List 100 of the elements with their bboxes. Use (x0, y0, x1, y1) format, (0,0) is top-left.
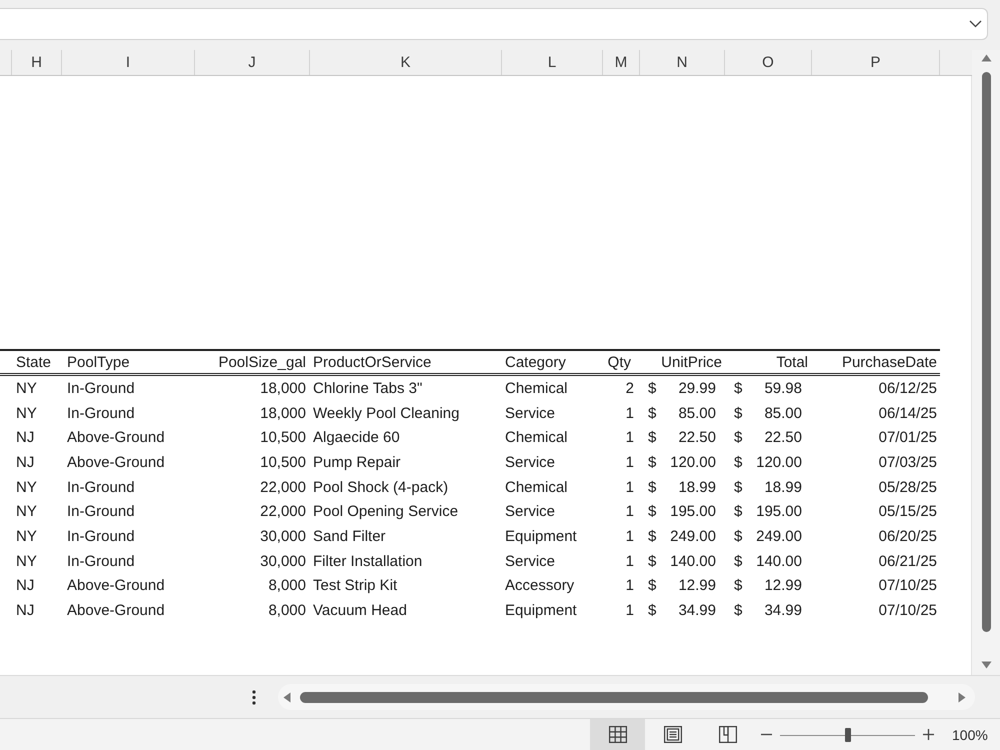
slider-thumb[interactable] (844, 728, 850, 742)
grid-icon (608, 726, 626, 743)
table-cell: Equipment (505, 528, 577, 545)
horizontal-scrollbar[interactable] (278, 684, 975, 710)
column-heading: State (16, 354, 52, 370)
currency-sign: $ (734, 503, 742, 520)
amount-value: 140.00 (756, 552, 802, 570)
table-cell: 10,500 (260, 454, 306, 471)
column-header[interactable]: M (603, 50, 640, 75)
table-cell: Vacuum Head (313, 602, 407, 620)
currency-sign: $ (648, 478, 656, 496)
table-cell: 18,000 (260, 380, 306, 397)
column-heading: UnitPrice (661, 354, 722, 370)
amount-value: 85.00 (678, 404, 716, 422)
table-cell: 05/15/25 (878, 503, 937, 520)
amount-value: 12.99 (678, 577, 716, 594)
column-heading: PoolSize_gal (218, 354, 306, 370)
column-heading: ProductOrService (313, 354, 432, 370)
table-cell: Above-Ground (67, 429, 165, 446)
table-cell: 10,500 (260, 429, 306, 446)
scrollbar-thumb[interactable] (982, 72, 990, 632)
table-cell: 07/10/25 (878, 602, 937, 620)
table-cell: NY (16, 503, 37, 520)
table-cell: Chlorine Tabs 3" (313, 380, 422, 397)
table-cell: 1 (626, 577, 634, 594)
table-cell: Algaecide 60 (313, 429, 400, 446)
column-header[interactable]: I (62, 50, 195, 75)
amount-value: 22.50 (764, 429, 802, 446)
amount-value: 195.00 (756, 503, 802, 520)
table-cell: Pump Repair (313, 454, 401, 471)
amount-value: 59.98 (764, 380, 802, 397)
table-cell: 07/01/25 (878, 429, 937, 446)
table-cell: Service (505, 503, 556, 520)
table-cell: In-Ground (67, 478, 135, 496)
vertical-ellipsis-icon[interactable] (252, 690, 256, 704)
table-cell: Equipment (505, 602, 577, 620)
table-cell: 06/14/25 (878, 404, 937, 422)
scroll-left-arrow-icon[interactable] (283, 692, 291, 702)
plus-icon (922, 729, 934, 740)
currency-sign: $ (648, 429, 656, 446)
currency-sign: $ (648, 552, 656, 570)
table-cell: Chemical (505, 380, 568, 397)
table-cell: NJ (16, 577, 34, 594)
table-cell: Above-Ground (67, 454, 165, 471)
table-cell: 22,000 (260, 478, 306, 496)
scroll-up-arrow-icon[interactable] (980, 54, 992, 62)
table-cell: 22,000 (260, 503, 306, 520)
table-cell: In-Ground (67, 404, 135, 422)
table-cell: Service (505, 404, 556, 422)
table-cell: Pool Opening Service (313, 503, 458, 520)
amount-value: 120.00 (756, 454, 802, 471)
table-cell: Chemical (505, 429, 568, 446)
currency-sign: $ (734, 454, 742, 471)
table-cell: Filter Installation (313, 552, 422, 570)
scroll-down-arrow-icon[interactable] (980, 661, 992, 669)
table-cell: NY (16, 404, 37, 422)
currency-sign: $ (734, 552, 742, 570)
zoom-in-button[interactable] (922, 729, 934, 740)
currency-sign: $ (648, 503, 656, 520)
table-cell: 1 (626, 478, 634, 496)
formula-bar-field[interactable] (0, 8, 988, 40)
scroll-right-arrow-icon[interactable] (958, 692, 966, 702)
chevron-down-icon[interactable] (969, 20, 982, 28)
table-cell: Above-Ground (67, 577, 165, 594)
column-header[interactable]: J (195, 50, 310, 75)
table-cell: Service (505, 454, 556, 471)
column-heading: PoolType (67, 354, 130, 370)
table-cell: In-Ground (67, 552, 135, 570)
table-cell: NY (16, 380, 37, 397)
table-cell: Sand Filter (313, 528, 386, 545)
table-cell: Accessory (505, 577, 574, 594)
table-cell: 1 (626, 503, 634, 520)
column-heading: Category (505, 354, 566, 370)
amount-value: 249.00 (756, 528, 802, 545)
currency-sign: $ (648, 602, 656, 620)
column-header[interactable]: O (725, 50, 812, 75)
view-button[interactable] (590, 719, 645, 750)
table-cell: NJ (16, 429, 34, 446)
column-heading: PurchaseDate (842, 354, 937, 370)
currency-sign: $ (648, 577, 656, 594)
currency-sign: $ (648, 404, 656, 422)
column-header[interactable]: K (310, 50, 502, 75)
currency-sign: $ (734, 404, 742, 422)
column-header[interactable]: L (502, 50, 603, 75)
table-cell: 30,000 (260, 552, 306, 570)
table-cell: 05/28/25 (878, 478, 937, 496)
column-header[interactable]: P (812, 50, 940, 75)
column-header[interactable]: H (12, 50, 62, 75)
table-cell: Service (505, 552, 556, 570)
table-cell: Above-Ground (67, 602, 165, 620)
column-header[interactable]: N (640, 50, 725, 75)
zoom-percentage[interactable]: 100% (952, 726, 988, 742)
amount-value: 140.00 (670, 552, 716, 570)
zoom-slider[interactable] (780, 728, 915, 742)
table-cell: 07/03/25 (878, 454, 937, 471)
table-cell: 06/20/25 (878, 528, 937, 545)
amount-value: 18.99 (764, 478, 802, 496)
table-cell: 2 (626, 380, 634, 397)
table-cell: In-Ground (67, 380, 135, 397)
scrollbar-thumb[interactable] (300, 692, 928, 702)
